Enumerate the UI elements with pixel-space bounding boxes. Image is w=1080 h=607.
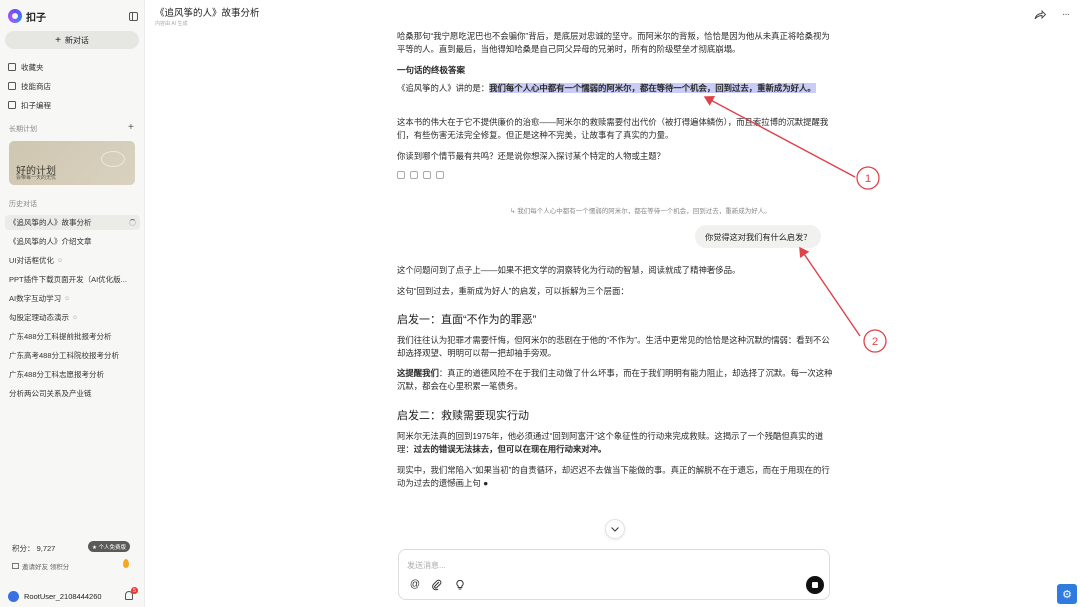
thumbs-up-icon[interactable] [397, 171, 405, 179]
annotation-circle-2 [863, 329, 887, 353]
history-item-label: AI数字互动学习 [9, 294, 62, 303]
ai-generated-note: 内容由 AI 生成 [155, 21, 188, 27]
history-item-label: 勾股定理动态演示 [9, 313, 69, 322]
code-icon [8, 101, 16, 109]
points-display: 积分： 9,727 [12, 544, 56, 553]
shared-icon: ☺ [64, 295, 71, 302]
history-item[interactable]: 勾股定理动态演示 ☺ [9, 310, 139, 325]
message-paragraph: 这句“回到过去，重新成为好人”的启发，可以拆解为三个层面： [397, 286, 629, 296]
page-title: 《追风筝的人》故事分析 [155, 8, 260, 19]
paragraph-text: ：真正的道德风险不在于我们主动做了什么坏事，而在于我们明明有能力阻止，却选择了沉… [397, 368, 833, 392]
history-item-label: UI对话框优化 [9, 256, 54, 265]
new-chat-label: 新对话 [64, 35, 89, 45]
section-heading: 一句话的终极答案 [397, 65, 466, 75]
invite-friends-link[interactable]: 邀请好友 领积分 [12, 561, 69, 571]
lightbulb-icon[interactable] [454, 579, 466, 591]
avatar [8, 590, 19, 602]
shared-icon: ☺ [57, 257, 64, 264]
message-paragraph: 我们往往认为犯罪才需要忏悔，但阿米尔的悲剧在于他的“不作为”。生活中更常见的恰恰… [397, 335, 830, 359]
final-answer-prefix: 《追风筝的人》讲的是： [397, 83, 490, 93]
mention-icon[interactable]: @ [409, 579, 421, 591]
annotation-number-1: 1 [865, 173, 871, 185]
plan-badge[interactable]: ★ 个人免费版 [88, 541, 130, 552]
invite-label: 邀请好友 领积分 [22, 564, 70, 571]
section-heading: 启发二：救赎需要现实行动 [397, 410, 529, 422]
highlighted-quote[interactable]: 我们每个人心中都有一个懦弱的阿米尔，都在等待一个机会，回到过去，重新成为好人。 [489, 83, 816, 93]
message-input-box[interactable]: 发送消息... @ [398, 549, 830, 600]
history-item-label: 《追风筝的人》介绍文章 [9, 237, 92, 246]
history-item[interactable]: PPT插件下载页面开发（AI优化版... [9, 272, 139, 287]
message-paragraph: 这提醒我们：真正的道德风险不在于我们主动做了什么坏事，而在于我们明明有能力阻止，… [397, 367, 833, 393]
gift-icon [12, 563, 19, 569]
thumbs-down-icon[interactable] [410, 171, 418, 179]
username: RootUser_2108444260 [24, 591, 102, 601]
history-item[interactable]: AI数字互动学习 ☺ [9, 291, 139, 306]
stop-generation-button[interactable] [806, 576, 824, 594]
quoted-reference[interactable]: ↳ 我们每个人心中都有一个懦弱的阿米尔，都在等待一个机会，回到过去，重新成为好人… [510, 205, 771, 215]
history-item-label: 广东高考488分工科院校报考分析 [9, 351, 120, 360]
sidebar-header: 扣子 [8, 8, 138, 24]
plus-icon: + [55, 34, 61, 46]
history-item-label: PPT插件下载页面开发（AI优化版... [9, 275, 127, 284]
collapse-sidebar-icon[interactable] [129, 11, 138, 21]
fire-icon [123, 559, 129, 568]
message-paragraph: 阿米尔无法真的回到1975年，他必须通过“回到阿富汗”这个象征性的行动来完成救赎… [397, 430, 833, 456]
message-paragraph: 这个问题问到了点子上——如果不把文学的洞察转化为行动的智慧，阅读就成了精神奢侈品… [397, 265, 741, 275]
message-paragraph: 你读到哪个情节最有共鸣？还是说你想深入探讨某个特定的人物或主题？ [397, 151, 665, 161]
attachment-icon[interactable] [431, 579, 443, 591]
add-plan-button[interactable]: + [128, 122, 134, 133]
history-item[interactable]: 广东高考488分工科院校报考分析 [9, 348, 139, 363]
shared-icon: ☺ [72, 314, 79, 321]
final-answer-paragraph: 《追风筝的人》讲的是：我们每个人心中都有一个懦弱的阿米尔，都在等待一个机会，回到… [397, 82, 833, 95]
bold-text: 这提醒我们 [397, 368, 439, 378]
bold-text: 过去的错误无法抹去，但可以在现在用行动来对冲。 [413, 444, 607, 455]
plan-card-subtitle: 会带每一天的无忧 [16, 175, 57, 181]
sidebar-item-coze-code[interactable]: 扣子编程 [8, 98, 51, 112]
new-chat-button[interactable]: + 新对话 [5, 31, 139, 49]
history-item-label: 《追风筝的人》故事分析 [9, 218, 92, 227]
plan-section-title: 长期计划 [9, 126, 37, 133]
more-options-icon[interactable]: ··· [1062, 9, 1070, 20]
user-message-bubble: 你觉得这对我们有什么启发？ [695, 225, 822, 248]
loading-icon [129, 219, 136, 226]
app-logo [8, 9, 22, 23]
section-heading: 启发一：直面“不作为的罪恶” [397, 314, 537, 326]
message-input[interactable]: 发送消息... [407, 560, 446, 571]
sidebar-item-label: 扣子编程 [21, 100, 51, 110]
store-icon [8, 82, 16, 90]
history-item[interactable]: 《追风筝的人》故事分析 [5, 215, 140, 230]
annotation-circle-1 [856, 166, 880, 190]
plan-card[interactable]: 好的计划 会带每一天的无忧 [9, 141, 135, 185]
message-paragraph: 现实中，我们常陷入“如果当初”的自责循环，却迟迟不去做当下能做的事。真正的解脱不… [397, 465, 830, 489]
copy-icon[interactable] [423, 171, 431, 179]
history-item[interactable]: UI对话框优化 ☺ [9, 253, 139, 268]
message-toolbar [397, 171, 833, 179]
history-item[interactable]: 《追风筝的人》介绍文章 [9, 234, 139, 249]
history-item-label: 分析两公司关系及产业链 [9, 389, 92, 398]
message-paragraph: 哈桑那句“我宁愿吃泥巴也不会骗你”背后，是底层对忠诚的坚守。而阿米尔的背叛，恰恰… [397, 31, 830, 55]
sidebar-item-skill-store[interactable]: 技能商店 [8, 79, 51, 93]
sidebar: 扣子 + 新对话 收藏夹 技能商店 扣子编程 长期计划 + 好的计划 会带每一天… [0, 0, 145, 607]
history-section-title: 历史对话 [9, 201, 37, 208]
sidebar-item-label: 技能商店 [21, 81, 51, 91]
annotation-number-2: 2 [872, 336, 878, 348]
history-item-label: 广东488分工科提前批报考分析 [9, 332, 112, 341]
scroll-down-button[interactable] [605, 519, 625, 539]
history-item[interactable]: 分析两公司关系及产业链 [9, 386, 139, 401]
notification-badge: 5 [131, 587, 138, 594]
share-icon[interactable] [1034, 10, 1046, 20]
ribbon-decoration [101, 151, 125, 167]
app-name: 扣子 [26, 12, 46, 24]
sidebar-item-favorites[interactable]: 收藏夹 [8, 60, 44, 74]
history-item-label: 广东488分工科志愿报考分析 [9, 370, 105, 379]
message-paragraph: 这本书的伟大在于它不提供廉价的治愈——阿米尔的救赎需要付出代价（被打得遍体鳞伤）… [397, 117, 829, 141]
settings-button[interactable]: ⚙ [1057, 584, 1077, 604]
folder-icon [8, 63, 16, 71]
user-profile[interactable]: RootUser_2108444260 [8, 589, 140, 603]
history-item[interactable]: 广东488分工科志愿报考分析 [9, 367, 139, 382]
sidebar-item-label: 收藏夹 [21, 62, 44, 72]
history-item[interactable]: 广东488分工科提前批报考分析 [9, 329, 139, 344]
delete-icon[interactable] [436, 171, 444, 179]
chevron-down-icon [611, 526, 619, 532]
